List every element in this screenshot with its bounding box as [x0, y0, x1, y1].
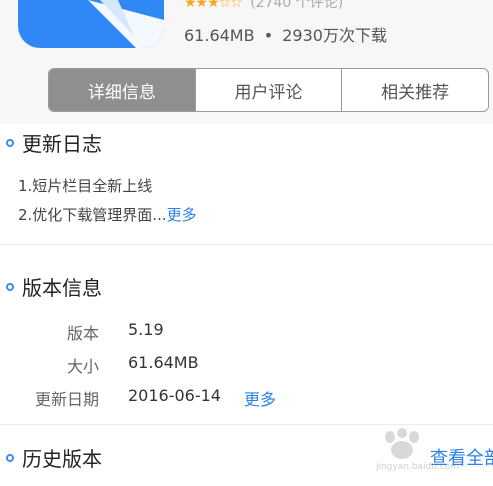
tab-reviews[interactable]: 用户评论 — [194, 69, 342, 111]
update-date-row: 更新日期 2016-06-14 更多 — [0, 386, 493, 410]
version-value: 5.19 — [128, 320, 164, 339]
version-label: 版本 — [66, 324, 99, 343]
watermark: jingyan.baidu.com — [376, 428, 459, 478]
rating-stars: ★★★☆☆ — [184, 0, 243, 11]
divider — [0, 424, 493, 425]
meta-separator: • — [263, 26, 274, 45]
bullet-icon — [6, 282, 14, 291]
version-info-title-text: 版本信息 — [22, 276, 102, 300]
view-all-link[interactable]: 查看全部 — [430, 444, 493, 470]
app-downloads: 2930万次下载 — [282, 26, 387, 45]
rating-count: (2740 个评论) — [250, 0, 344, 11]
segmented-tabs: 详细信息 用户评论 相关推荐 — [48, 68, 489, 112]
size-label: 大小 — [66, 357, 99, 376]
app-size: 61.64MB — [184, 26, 255, 45]
history-title-text: 历史版本 — [22, 447, 102, 471]
bullet-icon — [6, 138, 14, 147]
history-title: 历史版本 — [6, 443, 102, 472]
app-icon[interactable] — [18, 0, 164, 48]
divider — [0, 244, 493, 245]
version-row: 版本 5.19 — [0, 320, 493, 344]
paw-logo-icon — [385, 428, 419, 459]
tab-details[interactable]: 详细信息 — [49, 69, 195, 111]
size-value: 61.64MB — [128, 353, 199, 372]
changelog-more-link[interactable]: 更多 — [167, 206, 197, 224]
version-more-link[interactable]: 更多 — [244, 386, 276, 410]
version-info-title: 版本信息 — [6, 272, 102, 301]
changelog-line: 1.短片栏目全新上线 — [18, 177, 153, 195]
app-meta: 61.64MB • 2930万次下载 — [184, 22, 387, 46]
changelog-title-text: 更新日志 — [22, 132, 102, 156]
size-row: 大小 61.64MB — [0, 353, 493, 377]
bullet-icon — [6, 453, 14, 462]
changelog-line: 2.优化下载管理界面...更多 — [18, 204, 197, 225]
tab-related[interactable]: 相关推荐 — [341, 69, 488, 111]
update-date-label: 更新日期 — [34, 390, 99, 409]
update-date-value: 2016-06-14 — [128, 386, 221, 405]
app-header: ★★★☆☆ (2740 个评论) 61.64MB • 2930万次下载 详细信息… — [0, 0, 493, 124]
changelog-line-text: 2.优化下载管理界面... — [18, 206, 167, 224]
paper-plane-icon — [88, 0, 164, 48]
changelog-title: 更新日志 — [6, 128, 102, 157]
rating: ★★★☆☆ (2740 个评论) — [184, 0, 344, 11]
